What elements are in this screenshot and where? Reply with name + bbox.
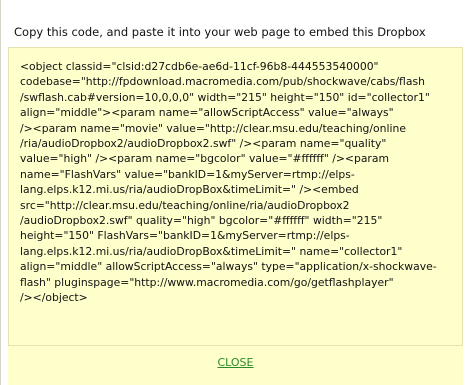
embed-code-box[interactable]: <object classid="clsid:d27cdb6e-ae6d-11c… [8, 47, 463, 346]
close-area: CLOSE [8, 346, 463, 385]
embed-instruction-text: Copy this code, and paste it into your w… [14, 25, 426, 39]
close-link[interactable]: CLOSE [217, 356, 253, 369]
dialog-top-area [1, 0, 469, 13]
embed-code-text[interactable]: <object classid="clsid:d27cdb6e-ae6d-11c… [20, 59, 452, 306]
embed-code-dialog: Copy this code, and paste it into your w… [0, 0, 469, 385]
